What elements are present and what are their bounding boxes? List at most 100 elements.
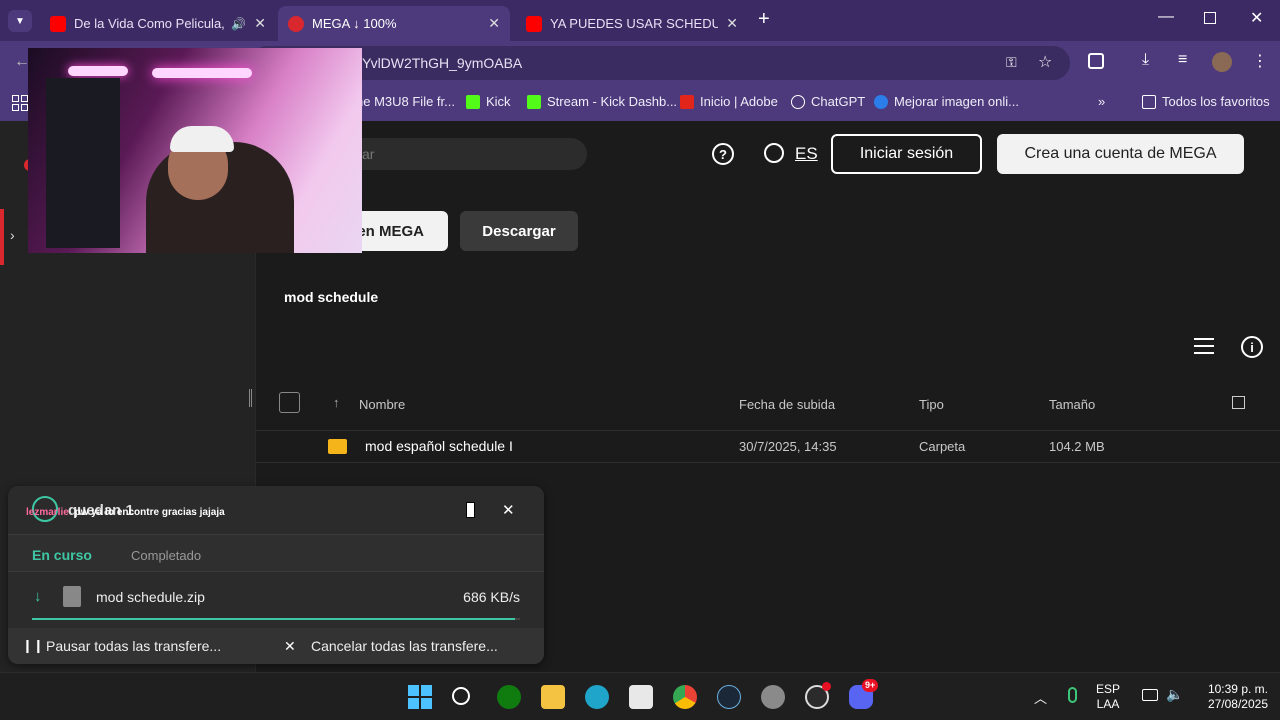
folder-icon [1142,94,1156,109]
bookmark-chatgpt[interactable]: ChatGPT [791,94,865,109]
edge-icon[interactable] [585,685,609,709]
apps-icon[interactable] [12,95,28,111]
column-header-name[interactable]: Nombre [359,397,405,412]
select-all-checkbox[interactable] [279,392,300,413]
tab-completed[interactable]: Completado [131,548,201,563]
avatar[interactable] [1212,52,1232,72]
language-selector[interactable]: ES [795,144,818,164]
close-icon[interactable]: ✕ [254,15,266,32]
key-icon[interactable]: ⚿ [1006,54,1017,71]
row-date: 30/7/2025, 14:35 [739,439,837,454]
bookmark-kick[interactable]: Kick [466,94,511,109]
columns-icon[interactable] [1232,396,1245,409]
close-icon: ✕ [284,638,296,654]
list-view-icon[interactable] [1194,338,1214,354]
media-icon[interactable]: ≡ [1178,51,1187,69]
sidebar-resize-handle[interactable] [249,389,252,407]
search-placeholder: ar [362,146,375,162]
tab-in-progress[interactable]: En curso [32,547,92,563]
edge-icon [874,94,888,109]
chat-overlay: lezmarlie pw ya lo encontre gracias jaja… [26,507,225,518]
more-bookmarks-icon[interactable]: » [1098,94,1105,109]
column-header-size[interactable]: Tamaño [1049,397,1095,412]
globe-icon[interactable] [764,143,784,163]
close-icon[interactable]: ✕ [726,15,738,32]
column-header-type[interactable]: Tipo [919,397,944,412]
close-icon[interactable]: ✕ [488,15,500,32]
signup-button[interactable]: Crea una cuenta de MEGA [997,134,1244,174]
file-explorer-icon[interactable] [541,685,565,709]
windows-start-icon[interactable] [408,685,432,709]
folder-icon [328,439,347,454]
chat-message: pw ya lo encontre gracias jajaja [74,507,225,518]
row-size: 104.2 MB [1049,439,1105,454]
folder-title: mod schedule [284,289,379,305]
help-icon[interactable]: ? [712,143,734,165]
restore-button[interactable] [1204,12,1216,24]
tab-mega[interactable]: MEGA ↓ 100% ✕ [278,6,510,41]
pause-all-button[interactable]: Pausar todas las transfere... [46,638,221,654]
star-icon[interactable]: ☆ [1038,52,1052,72]
clock[interactable]: 10:39 p. m. 27/08/2025 [1192,682,1268,712]
network-icon[interactable] [1142,689,1158,701]
microphone-icon[interactable] [1068,687,1077,703]
steam-icon[interactable] [717,685,741,709]
cancel-all-button[interactable]: Cancelar todas las transfere... [311,638,498,654]
tab-strip: ▼ De la Vida Como Pelicula, Tr 🔊 ✕ MEGA … [0,0,1280,41]
tab-youtube-2[interactable]: YA PUEDES USAR SCHEDULE 1 ✕ [516,6,748,41]
bookmark-adobe[interactable]: Inicio | Adobe [680,94,778,109]
settings-icon[interactable] [761,685,785,709]
neon-sign [152,68,252,78]
language-indicator[interactable]: ESP LAA [1096,682,1120,712]
bookmark-enhance-image[interactable]: Mejorar imagen onli... [874,94,1019,109]
chrome-icon[interactable] [673,685,697,709]
bookmark-all-favorites[interactable]: Todos los favoritos [1142,94,1270,109]
store-icon[interactable] [629,685,653,709]
chat-username: lezmarlie [26,507,69,518]
download-arrow-icon: ↓ [34,588,42,605]
kick-icon [527,94,541,109]
bookmark-label: Stream - Kick Dashb... [547,94,678,109]
bookmark-label: ne M3U8 File fr... [356,94,455,109]
info-icon[interactable]: i [1241,336,1263,358]
speaker-icon[interactable]: 🔊 [231,17,246,31]
progress-fill [32,618,516,620]
tab-search-button[interactable]: ▼ [8,10,32,32]
url-text: YvlDW2ThGH_9ymOABA [362,55,523,71]
notification-dot [822,682,831,691]
discord-badge: 9+ [862,679,879,692]
new-tab-button[interactable]: + [758,8,770,31]
tab-youtube-1[interactable]: De la Vida Como Pelicula, Tr 🔊 ✕ [40,6,276,41]
minimize-button[interactable]: — [1158,8,1174,26]
tab-title: De la Vida Como Pelicula, Tr [74,16,226,31]
search-icon[interactable] [452,687,470,705]
language-bottom: LAA [1096,697,1120,711]
volume-icon[interactable]: 🔈 [1166,686,1183,703]
chevron-down-icon: ▼ [15,15,25,27]
language-top: ESP [1096,682,1121,696]
cursor-icon [466,502,475,518]
sort-up-icon[interactable]: ↑ [333,395,340,410]
transfer-panel: quedan 1 lezmarlie pw ya lo encontre gra… [8,486,544,664]
window-panel [46,78,120,248]
bookmark-label: Mejorar imagen onli... [894,94,1019,109]
download-button[interactable]: Descargar [460,211,578,251]
address-bar[interactable]: YvlDW2ThGH_9ymOABA [250,46,1070,80]
close-window-button[interactable]: ✕ [1250,8,1263,28]
bookmark-label: Todos los favoritos [1162,94,1270,109]
chevron-right-icon[interactable]: › [10,227,15,243]
column-header-date[interactable]: Fecha de subida [739,397,835,412]
close-icon[interactable]: ✕ [502,501,515,519]
transfer-speed: 686 KB/s [463,589,520,605]
xbox-icon[interactable] [497,685,521,709]
extensions-icon[interactable] [1088,53,1104,69]
bookmark-kick-dashboard[interactable]: Stream - Kick Dashb... [527,94,677,109]
bookmark-m3u8[interactable]: ne M3U8 File fr... [356,94,455,109]
clock-date: 27/08/2025 [1207,697,1268,711]
chevron-up-icon[interactable]: ︿ [1034,688,1047,707]
menu-icon[interactable]: ⋮ [1252,51,1268,71]
sidebar-active-marker [0,209,4,265]
download-icon[interactable]: ⤓ [1142,51,1149,69]
search-input[interactable]: ar [340,138,587,170]
login-button[interactable]: Iniciar sesión [831,134,982,174]
